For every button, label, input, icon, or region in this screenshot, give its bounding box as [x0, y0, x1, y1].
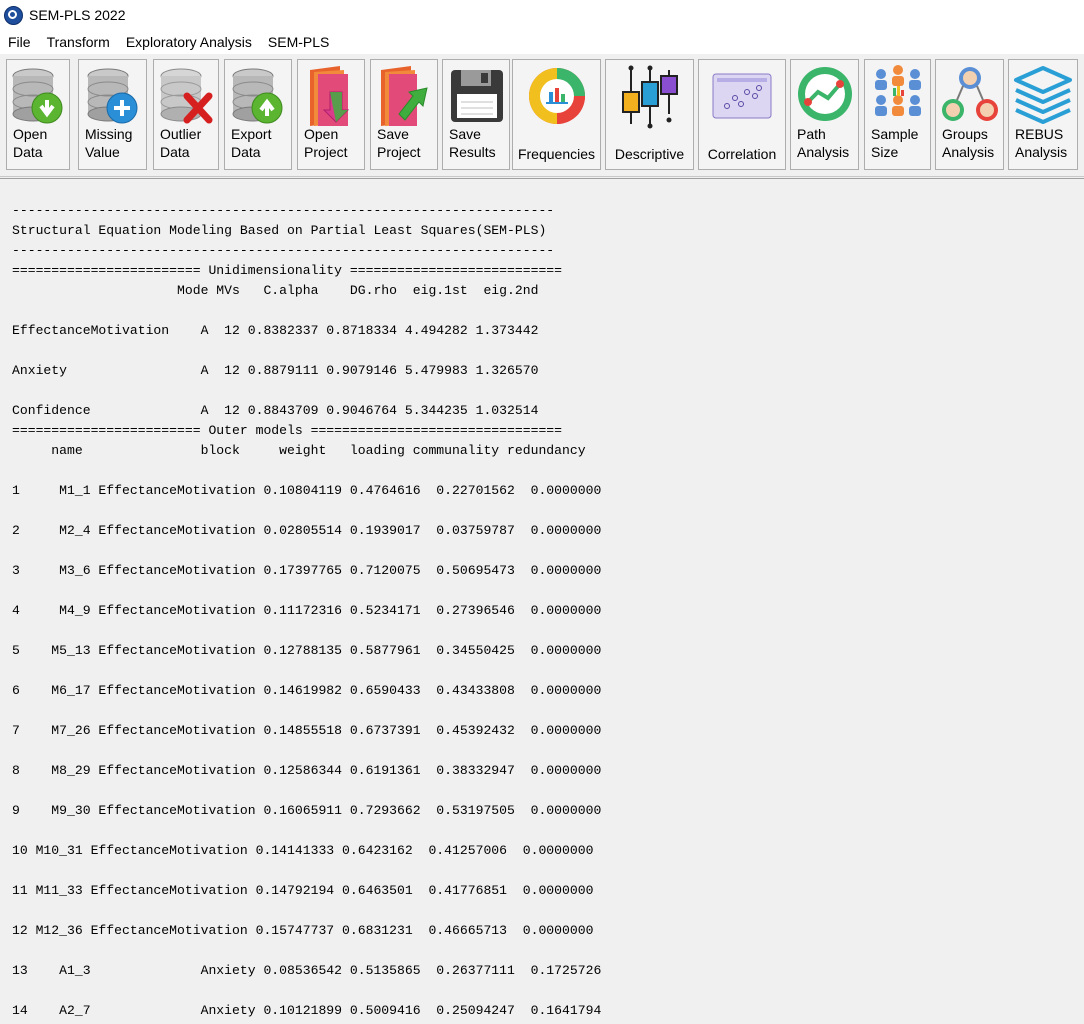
rebus-analysis-button[interactable]: REBUS Analysis	[1008, 59, 1078, 170]
rebus-layers-icon	[1014, 66, 1072, 124]
open-book-icon	[310, 66, 350, 126]
output-line: Mode MVs C.alpha DG.rho eig.1st eig.2nd	[12, 283, 539, 298]
sample-size-label: Sample Size	[871, 126, 919, 160]
path-analysis-label: Path Analysis	[797, 126, 850, 160]
groups-analysis-button[interactable]: Groups Analysis	[935, 59, 1004, 170]
missing-value-button[interactable]: Missing Value	[78, 59, 147, 170]
output-line: name block weight loading communality re…	[12, 443, 586, 458]
output-line: 11 M11_33 EffectanceMotivation 0.1479219…	[12, 883, 594, 898]
save-results-button[interactable]: Save Results	[442, 59, 510, 170]
missing-value-label: Missing Value	[85, 126, 133, 160]
open-project-label: Open Project	[304, 126, 348, 160]
output-line: EffectanceMotivation A 12 0.8382337 0.87…	[12, 323, 539, 338]
toolbar: Open Data Missing Value Outlier Data Exp…	[0, 56, 1084, 177]
output-line: 1 M1_1 EffectanceMotivation 0.10804119 0…	[12, 483, 602, 498]
db-upload-icon	[232, 68, 283, 124]
save-results-label: Save Results	[449, 126, 496, 160]
output-line: 8 M8_29 EffectanceMotivation 0.12586344 …	[12, 763, 602, 778]
frequencies-button[interactable]: Frequencies	[512, 59, 601, 170]
title-bar: SEM-PLS 2022	[0, 0, 1084, 30]
output-line: 9 M9_30 EffectanceMotivation 0.16065911 …	[12, 803, 602, 818]
export-data-label: Export Data	[231, 126, 272, 160]
output-line: Structural Equation Modeling Based on Pa…	[12, 223, 547, 238]
results-output[interactable]: ----------------------------------------…	[0, 178, 1084, 1024]
output-line: 6 M6_17 EffectanceMotivation 0.14619982 …	[12, 683, 602, 698]
path-analysis-button[interactable]: Path Analysis	[790, 59, 859, 170]
export-data-button[interactable]: Export Data	[224, 59, 292, 170]
app-logo-icon	[4, 5, 23, 25]
open-project-button[interactable]: Open Project	[297, 59, 365, 170]
output-line: ======================== Outer models ==…	[12, 423, 563, 438]
menu-exploratory-analysis[interactable]: Exploratory Analysis	[118, 30, 260, 54]
output-line: 10 M10_31 EffectanceMotivation 0.1414133…	[12, 843, 594, 858]
groups-analysis-icon	[941, 67, 998, 121]
output-line: 7 M7_26 EffectanceMotivation 0.14855518 …	[12, 723, 602, 738]
rebus-analysis-label: REBUS Analysis	[1015, 126, 1068, 160]
path-analysis-icon	[797, 67, 852, 121]
open-data-label: Open Data	[13, 126, 48, 160]
output-line: 14 A2_7 Anxiety 0.10121899 0.5009416 0.2…	[12, 1003, 602, 1018]
output-line: 12 M12_36 EffectanceMotivation 0.1574773…	[12, 923, 594, 938]
menu-sem-pls[interactable]: SEM-PLS	[260, 30, 337, 54]
sample-size-icon	[874, 65, 921, 116]
frequencies-chart-icon	[528, 68, 585, 124]
db-plus-icon	[87, 68, 137, 124]
output-line: Anxiety A 12 0.8879111 0.9079146 5.47998…	[12, 363, 539, 378]
db-download-icon	[12, 68, 63, 124]
scatter-correlation-icon	[712, 73, 772, 119]
floppy-disk-icon	[451, 70, 503, 122]
menu-transform[interactable]: Transform	[39, 30, 118, 54]
boxplot-icon	[621, 65, 678, 129]
output-line: ----------------------------------------…	[12, 203, 555, 218]
output-line: 3 M3_6 EffectanceMotivation 0.17397765 0…	[12, 563, 602, 578]
correlation-button[interactable]: Correlation	[698, 59, 786, 170]
window-title: SEM-PLS 2022	[29, 7, 126, 23]
outlier-data-label: Outlier Data	[160, 126, 202, 160]
output-line: ----------------------------------------…	[12, 243, 555, 258]
output-line: 2 M2_4 EffectanceMotivation 0.02805514 0…	[12, 523, 602, 538]
save-project-label: Save Project	[377, 126, 421, 160]
output-line: 5 M5_13 EffectanceMotivation 0.12788135 …	[12, 643, 602, 658]
frequencies-label: Frequencies	[517, 146, 596, 162]
open-data-button[interactable]: Open Data	[6, 59, 70, 170]
output-line: ======================== Unidimensionali…	[12, 263, 563, 278]
save-project-button[interactable]: Save Project	[370, 59, 438, 170]
menu-file[interactable]: File	[0, 30, 39, 54]
descriptive-button[interactable]: Descriptive	[605, 59, 694, 170]
sample-size-button[interactable]: Sample Size	[864, 59, 931, 170]
save-book-icon	[381, 66, 428, 126]
groups-analysis-label: Groups Analysis	[942, 126, 995, 160]
descriptive-label: Descriptive	[614, 146, 685, 162]
correlation-label: Correlation	[707, 146, 777, 162]
output-line: 13 A1_3 Anxiety 0.08536542 0.5135865 0.2…	[12, 963, 602, 978]
output-line: 4 M4_9 EffectanceMotivation 0.11172316 0…	[12, 603, 602, 618]
outlier-data-button[interactable]: Outlier Data	[153, 59, 219, 170]
menu-bar: File Transform Exploratory Analysis SEM-…	[0, 30, 1084, 54]
output-line: Confidence A 12 0.8843709 0.9046764 5.34…	[12, 403, 539, 418]
db-delete-icon	[160, 68, 213, 124]
